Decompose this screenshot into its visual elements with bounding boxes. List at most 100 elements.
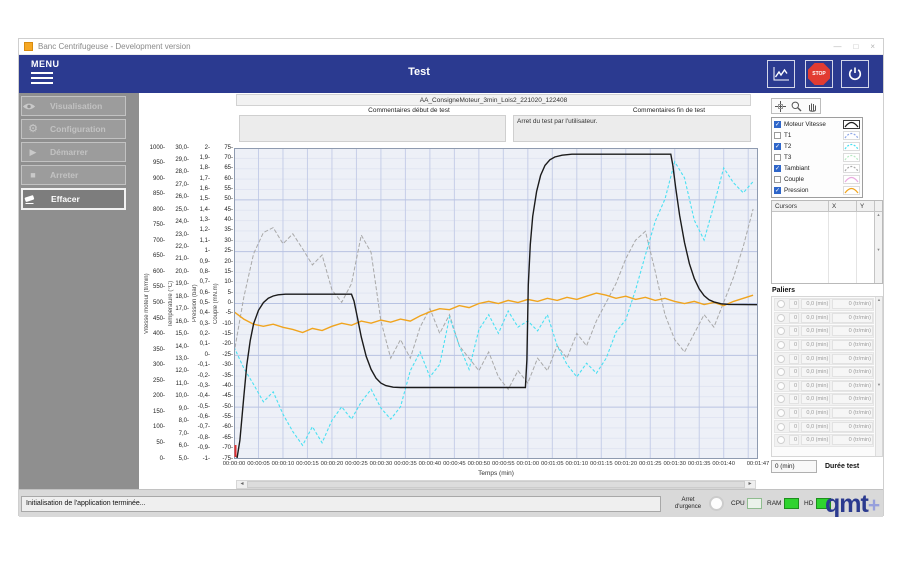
- legend-checkbox[interactable]: [774, 154, 781, 161]
- minimize-button[interactable]: —: [833, 42, 841, 51]
- legend-item[interactable]: ✓Pression: [774, 185, 860, 196]
- palier-duration-field[interactable]: 0,0 (min): [801, 435, 830, 445]
- palier-speed-field[interactable]: 0 (tr/min): [832, 422, 873, 432]
- x-tick-label: 00:01:35: [688, 461, 711, 467]
- palier-num-field[interactable]: 0: [789, 394, 799, 404]
- palier-indicator[interactable]: [777, 314, 785, 322]
- chart-plot-area[interactable]: [234, 148, 758, 459]
- palier-duration-field[interactable]: 0,0 (min): [801, 354, 830, 364]
- palier-num-field[interactable]: 0: [789, 408, 799, 418]
- sidebar-item-effacer[interactable]: Effacer: [21, 188, 126, 210]
- paliers-scrollbar[interactable]: ▲▼: [875, 297, 882, 456]
- palier-duration-field[interactable]: 0,0 (min): [801, 367, 830, 377]
- palier-speed-field[interactable]: 0 (tr/min): [832, 326, 873, 336]
- legend-checkbox[interactable]: ✓: [774, 143, 781, 150]
- palier-indicator[interactable]: [777, 436, 785, 444]
- palier-num-field[interactable]: 0: [789, 340, 799, 350]
- palier-duration-field[interactable]: 0,0 (min): [801, 381, 830, 391]
- emergency-stop-button[interactable]: STOP: [805, 60, 833, 88]
- palier-speed-field[interactable]: 0 (tr/min): [832, 299, 873, 309]
- pan-tool-icon[interactable]: [807, 101, 818, 112]
- palier-num-field[interactable]: 0: [789, 354, 799, 364]
- scroll-right-icon[interactable]: ▸: [745, 481, 755, 488]
- comments-end-box[interactable]: Arret du test par l'utilisateur.: [513, 115, 751, 142]
- cursors-scrollbar[interactable]: ▲▼: [874, 212, 882, 283]
- y-tick-label: -0,1-: [190, 362, 210, 369]
- duree-input[interactable]: 0 (min): [771, 460, 817, 473]
- palier-num-field[interactable]: 0: [789, 299, 799, 309]
- palier-indicator[interactable]: [777, 382, 785, 390]
- x-tick-label: 00:00:10: [272, 461, 295, 467]
- palier-indicator[interactable]: [777, 355, 785, 363]
- palier-indicator[interactable]: [777, 409, 785, 417]
- x-tick-label: 00:00:35: [394, 461, 417, 467]
- legend-line-sample-icon: [843, 131, 860, 140]
- test-name-field[interactable]: AA_ConsigneMoteur_3min_Lois2_221020_1224…: [236, 94, 751, 106]
- legend-item[interactable]: ✓Moteur Vitesse: [774, 119, 860, 130]
- graph-view-button[interactable]: [767, 60, 795, 88]
- palier-duration-field[interactable]: 0,0 (min): [801, 408, 830, 418]
- palier-duration-field[interactable]: 0,0 (min): [801, 394, 830, 404]
- zoom-tool-icon[interactable]: [791, 101, 802, 112]
- palier-indicator[interactable]: [777, 423, 785, 431]
- palier-indicator[interactable]: [777, 395, 785, 403]
- palier-indicator[interactable]: [777, 341, 785, 349]
- palier-indicator[interactable]: [777, 368, 785, 376]
- legend-checkbox[interactable]: ✓: [774, 165, 781, 172]
- palier-num-field[interactable]: 0: [789, 326, 799, 336]
- palier-speed-field[interactable]: 0 (tr/min): [832, 435, 873, 445]
- x-tick-label: 00:00:55: [492, 461, 515, 467]
- legend-checkbox[interactable]: [774, 176, 781, 183]
- sidebar-item-demarrer[interactable]: ▶Démarrer: [21, 142, 126, 162]
- palier-duration-field[interactable]: 0,0 (min): [801, 340, 830, 350]
- y-tick-label: 22,0-: [166, 244, 189, 251]
- legend-checkbox[interactable]: ✓: [774, 121, 781, 128]
- palier-speed-field[interactable]: 0 (tr/min): [832, 381, 873, 391]
- legend-item[interactable]: ✓Tambiant: [774, 163, 860, 174]
- legend-checkbox[interactable]: [774, 132, 781, 139]
- palier-indicator[interactable]: [777, 300, 785, 308]
- palier-num-field[interactable]: 0: [789, 367, 799, 377]
- palier-duration-field[interactable]: 0,0 (min): [801, 326, 830, 336]
- scroll-left-icon[interactable]: ◂: [237, 481, 247, 488]
- y-tick-label: -35-: [211, 373, 233, 380]
- legend-item[interactable]: T1: [774, 130, 860, 141]
- close-button[interactable]: ×: [870, 42, 875, 51]
- palier-speed-field[interactable]: 0 (tr/min): [832, 313, 873, 323]
- y-tick-label: 10-: [211, 279, 233, 286]
- palier-indicator[interactable]: [777, 327, 785, 335]
- y-tick-label: 1,4-: [190, 207, 210, 214]
- y-tick-label: -0,6-: [190, 414, 210, 421]
- chart-h-scrollbar[interactable]: ◂ ▸: [236, 480, 756, 489]
- palier-speed-field[interactable]: 0 (tr/min): [832, 340, 873, 350]
- y-tick-label: 5-: [211, 290, 233, 297]
- cursors-header-y: Y: [857, 201, 875, 211]
- palier-speed-field[interactable]: 0 (tr/min): [832, 354, 873, 364]
- sidebar-item-arreter[interactable]: ■Arreter: [21, 165, 126, 185]
- menu-button[interactable]: MENU: [31, 59, 60, 84]
- comments-start-box[interactable]: [239, 115, 506, 142]
- y-tick-label: 60-: [211, 176, 233, 183]
- cursor-tool-icon[interactable]: [775, 101, 786, 112]
- palier-num-field[interactable]: 0: [789, 422, 799, 432]
- palier-speed-field[interactable]: 0 (tr/min): [832, 408, 873, 418]
- sidebar-item-configuration[interactable]: ⚙Configuration: [21, 119, 126, 139]
- maximize-button[interactable]: □: [853, 42, 858, 51]
- legend-item[interactable]: Couple: [774, 174, 860, 185]
- palier-speed-field[interactable]: 0 (tr/min): [832, 367, 873, 377]
- scrollbar-thumb[interactable]: [247, 481, 745, 488]
- y-tick-label: 450-: [142, 316, 165, 323]
- palier-speed-field[interactable]: 0 (tr/min): [832, 394, 873, 404]
- palier-num-field[interactable]: 0: [789, 381, 799, 391]
- legend-item[interactable]: T3: [774, 152, 860, 163]
- palier-duration-field[interactable]: 0,0 (min): [801, 299, 830, 309]
- legend-checkbox[interactable]: ✓: [774, 187, 781, 194]
- palier-duration-field[interactable]: 0,0 (min): [801, 313, 830, 323]
- power-button[interactable]: [841, 60, 869, 88]
- legend-item[interactable]: ✓T2: [774, 141, 860, 152]
- palier-num-field[interactable]: 0: [789, 435, 799, 445]
- y-tick-label: -50-: [211, 404, 233, 411]
- palier-num-field[interactable]: 0: [789, 313, 799, 323]
- sidebar-item-visualisation[interactable]: Visualisation: [21, 96, 126, 116]
- palier-duration-field[interactable]: 0,0 (min): [801, 422, 830, 432]
